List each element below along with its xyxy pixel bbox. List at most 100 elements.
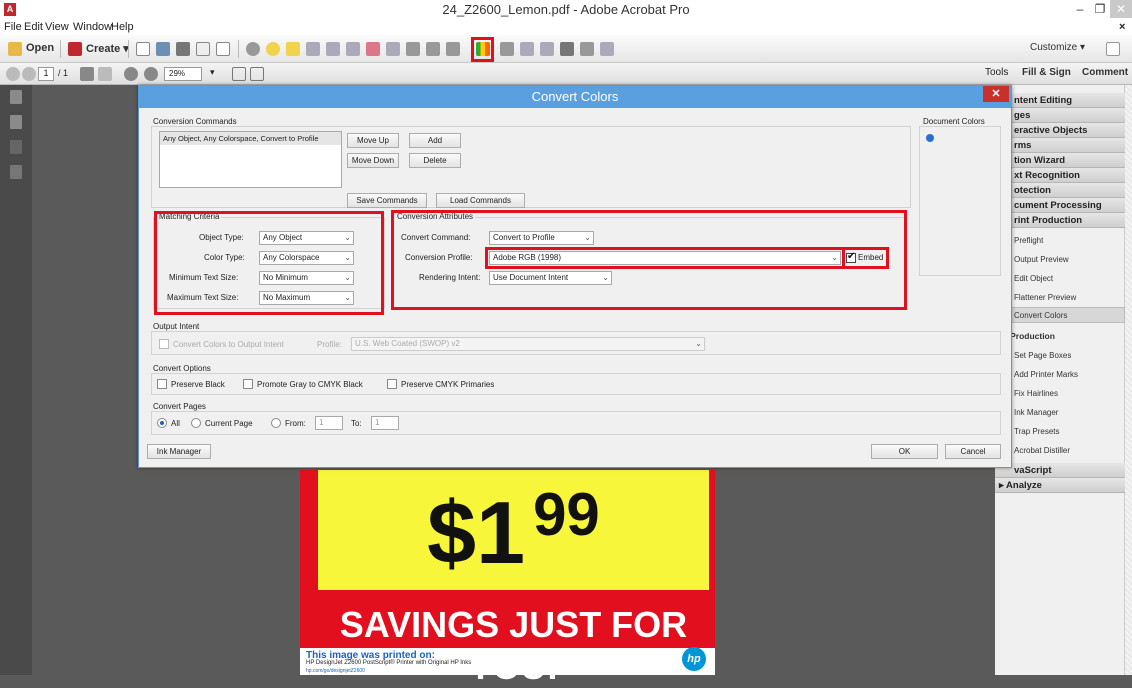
stamp-icon[interactable]	[426, 42, 440, 56]
current-page-radio[interactable]	[191, 418, 201, 428]
panel-content-editing[interactable]: ntent Editing	[995, 93, 1125, 108]
tool-acrobat-distiller[interactable]: Acrobat Distiller	[1014, 446, 1070, 455]
delete-button[interactable]: Delete	[409, 153, 461, 168]
move-down-button[interactable]: Move Down	[347, 153, 399, 168]
commands-list[interactable]: Any Object, Any Colorspace, Convert to P…	[159, 131, 342, 188]
pages-icon[interactable]	[306, 42, 320, 56]
fit-page-icon[interactable]	[232, 67, 246, 81]
attach-icon[interactable]	[446, 42, 460, 56]
signatures-icon[interactable]	[10, 140, 22, 154]
panel-document-processing[interactable]: cument Processing	[995, 198, 1125, 213]
create-button[interactable]: Create ▾	[86, 42, 129, 55]
tool-output-preview[interactable]: Output Preview	[1014, 255, 1069, 264]
page-number-input[interactable]: 1	[38, 67, 54, 81]
flattener-icon[interactable]	[560, 42, 574, 56]
panel-interactive-objects[interactable]: eractive Objects	[995, 123, 1125, 138]
tool-trap-presets[interactable]: Trap Presets	[1014, 427, 1060, 436]
ink-manager-button[interactable]: Ink Manager	[147, 444, 211, 459]
menu-edit[interactable]: Edit	[24, 21, 43, 33]
page-boxes-icon[interactable]	[600, 42, 614, 56]
tool-set-page-boxes[interactable]: Set Page Boxes	[1014, 351, 1071, 360]
dialog-close-button[interactable]: ✕	[983, 86, 1009, 102]
fill-sign-pane-button[interactable]: Fill & Sign	[1022, 67, 1071, 78]
sign-icon[interactable]	[366, 42, 380, 56]
promote-gray-checkbox[interactable]	[243, 379, 253, 389]
panel-forms[interactable]: rms	[995, 138, 1125, 153]
panel-javascript[interactable]: vaScript	[995, 463, 1125, 478]
commands-list-item[interactable]: Any Object, Any Colorspace, Convert to P…	[160, 132, 341, 145]
preserve-cmyk-checkbox[interactable]	[387, 379, 397, 389]
panel-text-recognition[interactable]: xt Recognition	[995, 168, 1125, 183]
page-thumbnails-icon[interactable]	[10, 90, 22, 104]
extract-icon[interactable]	[326, 42, 340, 56]
print-icon[interactable]	[176, 42, 190, 56]
minimize-button[interactable]: –	[1070, 0, 1090, 18]
menu-file[interactable]: File	[4, 21, 22, 33]
links-icon[interactable]	[386, 42, 400, 56]
zoom-dropdown-icon[interactable]: ▾	[210, 67, 215, 78]
insert-icon[interactable]	[346, 42, 360, 56]
move-up-button[interactable]: Move Up	[347, 133, 399, 148]
ok-button[interactable]: OK	[871, 444, 938, 459]
sticky-note-icon[interactable]	[286, 42, 300, 56]
expand-icon[interactable]	[1106, 42, 1120, 56]
preflight-icon[interactable]	[520, 42, 534, 56]
save-commands-button[interactable]: Save Commands	[347, 193, 427, 208]
edit-object-icon[interactable]	[540, 42, 554, 56]
save-icon[interactable]	[136, 42, 150, 56]
document-close-button[interactable]: ×	[1119, 21, 1125, 33]
all-pages-radio[interactable]	[157, 418, 167, 428]
to-page-input[interactable]: 1	[371, 416, 399, 430]
panel-action-wizard[interactable]: tion Wizard	[995, 153, 1125, 168]
bookmarks-icon[interactable]	[10, 115, 22, 129]
load-commands-button[interactable]: Load Commands	[436, 193, 525, 208]
settings-icon[interactable]	[246, 42, 260, 56]
preserve-black-checkbox[interactable]	[157, 379, 167, 389]
cancel-button[interactable]: Cancel	[945, 444, 1001, 459]
close-button[interactable]: ✕	[1110, 0, 1132, 18]
tools-pane-button[interactable]: Tools	[985, 67, 1008, 78]
printer-marks-icon[interactable]	[580, 42, 594, 56]
open-button[interactable]: Open	[26, 42, 54, 54]
tool-add-printer-marks[interactable]: Add Printer Marks	[1014, 370, 1078, 379]
output-profile-select[interactable]: U.S. Web Coated (SWOP) v2 ⌄	[351, 337, 705, 351]
comment-pane-button[interactable]: Comment	[1082, 67, 1128, 78]
layers-icon[interactable]	[10, 165, 22, 179]
tool-ink-manager[interactable]: Ink Manager	[1014, 408, 1058, 417]
cloud-icon[interactable]	[156, 42, 170, 56]
folder-icon[interactable]	[8, 42, 22, 56]
menu-view[interactable]: View	[45, 21, 69, 33]
output-preview-icon[interactable]	[500, 42, 514, 56]
create-pdf-icon[interactable]	[68, 42, 82, 56]
tool-fix-hairlines[interactable]: Fix Hairlines	[1014, 389, 1058, 398]
from-page-input[interactable]: 1	[315, 416, 343, 430]
select-icon[interactable]	[80, 67, 94, 81]
hand-icon[interactable]	[98, 67, 112, 81]
zoom-input[interactable]: 29%	[164, 67, 202, 81]
maximize-button[interactable]: ❐	[1090, 0, 1110, 18]
panel-print-production[interactable]: rint Production	[995, 213, 1125, 228]
fit-width-icon[interactable]	[250, 67, 264, 81]
zoom-in-icon[interactable]	[144, 67, 158, 81]
crop-icon[interactable]	[406, 42, 420, 56]
from-page-radio[interactable]	[271, 418, 281, 428]
previous-page-icon[interactable]	[6, 67, 20, 81]
menu-window[interactable]: Window	[73, 21, 112, 33]
document-color-swatch[interactable]	[926, 134, 934, 142]
next-page-icon[interactable]	[22, 67, 36, 81]
panel-analyze[interactable]: ▸ Analyze	[995, 478, 1125, 493]
panel-pages[interactable]: ges	[995, 108, 1125, 123]
tool-flattener-preview[interactable]: Flattener Preview	[1014, 293, 1076, 302]
output-intent-checkbox[interactable]	[159, 339, 169, 349]
menu-help[interactable]: Help	[111, 21, 134, 33]
edit-icon[interactable]	[196, 42, 210, 56]
email-icon[interactable]	[216, 42, 230, 56]
customize-button[interactable]: Customize ▾	[1030, 42, 1085, 53]
comment-icon[interactable]	[266, 42, 280, 56]
tool-preflight[interactable]: Preflight	[1014, 236, 1043, 245]
zoom-out-icon[interactable]	[124, 67, 138, 81]
tool-edit-object[interactable]: Edit Object	[1014, 274, 1053, 283]
add-button[interactable]: Add	[409, 133, 461, 148]
panel-protection[interactable]: otection	[995, 183, 1125, 198]
tool-convert-colors[interactable]: Convert Colors	[1014, 311, 1067, 320]
